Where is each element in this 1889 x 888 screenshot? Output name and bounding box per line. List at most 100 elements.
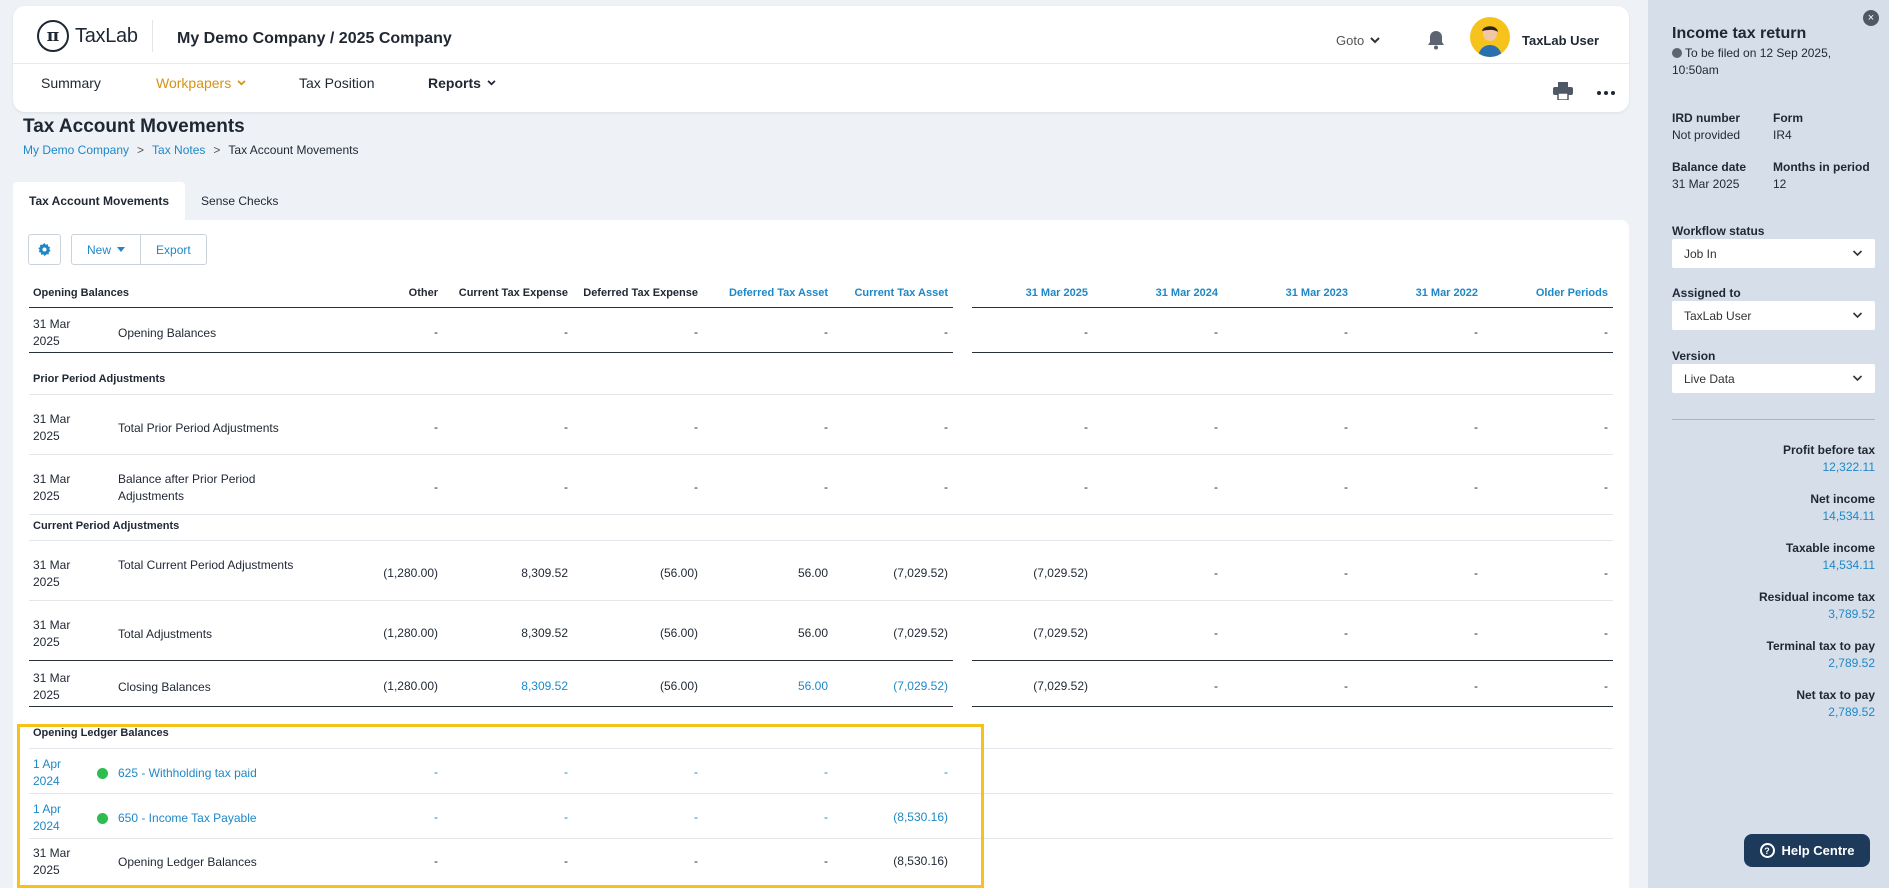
nav-reports[interactable]: Reports	[428, 75, 496, 91]
new-button-label: New	[87, 242, 112, 257]
months-value: 12	[1773, 177, 1787, 191]
cell-p2: -	[1214, 325, 1218, 339]
workflow-value: Job In	[1684, 246, 1717, 261]
breadcrumb-home[interactable]: My Demo Company	[23, 143, 129, 157]
metric-value[interactable]: 3,789.52	[1828, 607, 1875, 621]
version-label: Version	[1672, 349, 1716, 363]
column-header-dta[interactable]: Deferred Tax Asset	[729, 287, 828, 299]
cell-p3: -	[1344, 565, 1348, 580]
cell-other: -	[434, 479, 438, 494]
nav-summary[interactable]: Summary	[41, 75, 101, 91]
cell-cta: (7,029.52)	[893, 565, 948, 580]
tab-tax-account-movements[interactable]: Tax Account Movements	[13, 182, 186, 220]
row-description: Total Current Period Adjustments	[118, 557, 294, 572]
metric-value[interactable]: 14,534.11	[1823, 558, 1876, 572]
breadcrumb-tax-notes[interactable]: Tax Notes	[152, 143, 205, 157]
clock-icon	[1672, 48, 1682, 58]
cell-cta: -	[944, 479, 948, 494]
column-header-cte: Current Tax Expense	[458, 287, 568, 299]
cell-older: -	[1604, 565, 1608, 580]
cell-dta: 56.00	[797, 625, 828, 640]
workflow-select[interactable]: Job In	[1672, 239, 1875, 268]
assigned-select[interactable]: TaxLab User	[1672, 301, 1875, 330]
cell-p1: -	[1084, 325, 1088, 339]
cell-cte: -	[564, 325, 568, 339]
version-select[interactable]: Live Data	[1672, 364, 1875, 393]
row-divider	[29, 540, 1613, 541]
column-header-p1[interactable]: 31 Mar 2025	[1026, 287, 1088, 299]
cell-other: -	[434, 419, 438, 434]
column-header-cta[interactable]: Current Tax Asset	[854, 287, 948, 299]
filing-info: To be filed on 12 Sep 2025, 10:50am	[1672, 45, 1872, 79]
panel-title: Income tax return	[1672, 25, 1807, 42]
cell-dta[interactable]: 56.00	[798, 679, 828, 693]
metric-label: Terminal tax to pay	[1766, 639, 1875, 653]
cell-other: (1,280.00)	[383, 565, 438, 580]
caret-down-icon	[117, 247, 126, 252]
row-date: 31 Mar 2025	[33, 557, 71, 589]
column-header: Opening Balances	[33, 287, 129, 299]
help-centre-button[interactable]: ? Help Centre	[1744, 834, 1870, 867]
row-rule	[972, 352, 1613, 353]
goto-label: Goto	[1336, 33, 1365, 48]
row-date: 31 Mar 2025	[33, 471, 71, 503]
page-title: Tax Account Movements	[23, 116, 245, 137]
close-icon[interactable]: ×	[1863, 10, 1879, 26]
breadcrumb-current: Tax Account Movements	[228, 143, 359, 157]
filing-text: To be filed on 12 Sep 2025, 10:50am	[1672, 46, 1832, 77]
more-icon[interactable]	[1597, 91, 1615, 95]
nav-reports-label: Reports	[428, 75, 481, 91]
row-divider	[29, 600, 1613, 601]
export-button[interactable]: Export	[141, 234, 207, 265]
metric-value[interactable]: 2,789.52	[1828, 656, 1875, 670]
balance-date-value: 31 Mar 2025	[1672, 177, 1740, 191]
settings-button[interactable]	[28, 234, 61, 265]
tab-bar: Tax Account Movements Sense Checks	[13, 182, 294, 220]
nav-tax-position[interactable]: Tax Position	[299, 75, 374, 91]
column-header-p2[interactable]: 31 Mar 2024	[1156, 287, 1218, 299]
cell-cte[interactable]: 8,309.52	[521, 679, 568, 693]
cell-older: -	[1604, 678, 1608, 693]
cell-other: -	[434, 325, 438, 339]
row-rule	[972, 706, 1613, 707]
column-header-p3[interactable]: 31 Mar 2023	[1286, 287, 1348, 299]
nav-workpapers-label: Workpapers	[156, 75, 232, 91]
metric-value[interactable]: 2,789.52	[1828, 705, 1875, 719]
metric-value[interactable]: 12,322.11	[1823, 460, 1876, 474]
tab-sense-checks[interactable]: Sense Checks	[185, 182, 294, 220]
chevron-down-icon	[1852, 375, 1863, 382]
new-button[interactable]: New	[71, 234, 142, 265]
printer-icon[interactable]	[1553, 82, 1573, 100]
column-header-p4[interactable]: 31 Mar 2022	[1416, 287, 1478, 299]
metric-value[interactable]: 14,534.11	[1823, 509, 1876, 523]
user-name[interactable]: TaxLab User	[1522, 33, 1599, 48]
cell-p1: (7,029.52)	[1033, 625, 1088, 640]
nav-workpapers[interactable]: Workpapers	[156, 75, 246, 91]
bell-icon[interactable]	[1427, 30, 1445, 50]
balance-date-label: Balance date	[1672, 160, 1747, 174]
chevron-down-icon	[1852, 312, 1863, 319]
row-date: 31 Mar 2025	[33, 317, 71, 348]
ird-label: IRD number	[1672, 111, 1741, 125]
cell-cte: 8,309.52	[521, 565, 568, 580]
row-rule	[29, 660, 953, 661]
workflow-label: Workflow status	[1672, 224, 1765, 238]
row-description: Closing Balances	[118, 679, 211, 694]
row-description: Total Prior Period Adjustments	[118, 420, 279, 435]
cell-cta[interactable]: (7,029.52)	[893, 679, 948, 693]
help-icon: ?	[1759, 843, 1775, 858]
section-title: Prior Period Adjustments	[33, 373, 166, 385]
row-date: 31 Mar 2025	[33, 617, 71, 649]
chevron-down-icon	[487, 80, 496, 86]
cell-cte: -	[564, 419, 568, 434]
cell-dte: -	[694, 325, 698, 339]
divider	[152, 20, 153, 52]
metric-label: Net tax to pay	[1796, 688, 1875, 702]
avatar[interactable]	[1470, 17, 1510, 57]
cell-dta: -	[824, 419, 828, 434]
chevron-down-icon	[237, 80, 246, 86]
logo[interactable]: π TaxLab	[37, 20, 138, 52]
column-header-older[interactable]: Older Periods	[1536, 287, 1608, 299]
cell-p3: -	[1344, 419, 1348, 434]
goto-dropdown[interactable]: Goto	[1336, 33, 1380, 48]
